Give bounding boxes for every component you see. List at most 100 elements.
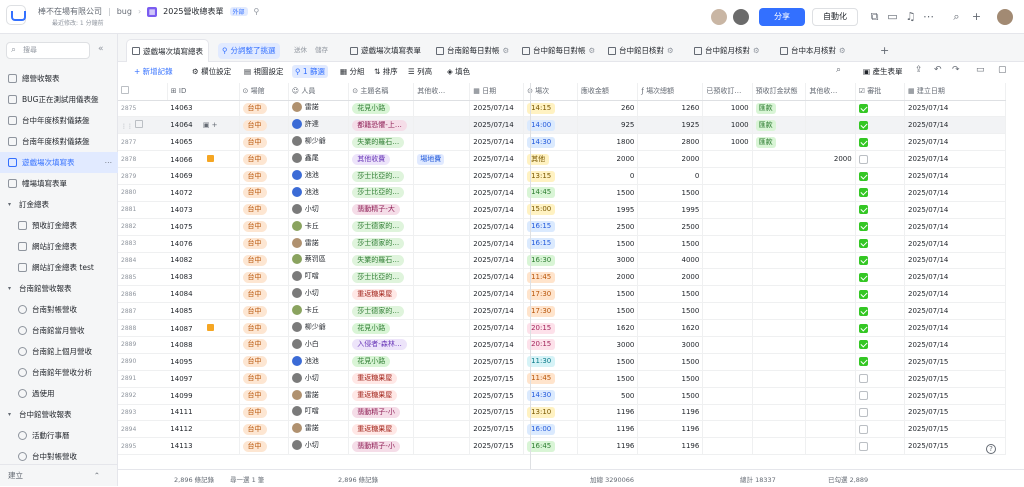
create-button[interactable]: 建立 ⌃: [0, 464, 118, 486]
due-cell[interactable]: 500: [577, 387, 639, 405]
theme-cell[interactable]: 重返糖果屋: [348, 370, 415, 388]
table-row[interactable]: 2885 14083 台中 叮噹 莎士比亞的… 2025/07/14 11:45 2000 20…: [118, 268, 1006, 287]
search-records-icon[interactable]: ⌕: [836, 65, 841, 75]
settings-icon[interactable]: ⚙: [503, 39, 510, 62]
created-cell[interactable]: 2025/07/14: [904, 167, 1006, 185]
prepaid-status-cell[interactable]: [752, 252, 807, 270]
tab-save[interactable]: 儲存: [315, 39, 328, 62]
other-cell[interactable]: [413, 184, 471, 202]
due-cell[interactable]: 2000: [577, 150, 639, 169]
prepaid-status-cell[interactable]: [752, 184, 807, 202]
user-avatar[interactable]: [996, 8, 1014, 26]
approval-cell[interactable]: [855, 116, 906, 135]
venue-cell[interactable]: 台中: [239, 285, 289, 304]
approval-cell[interactable]: [855, 302, 906, 321]
table-row[interactable]: 2892 14099 台中 雷諾 重返糖果屋 2025/07/15 14:30 500 1500…: [118, 387, 1006, 405]
sidebar-item[interactable]: 預收訂金總表: [0, 215, 118, 236]
theme-cell[interactable]: 花見小路: [348, 319, 415, 337]
other2-cell[interactable]: [805, 252, 856, 270]
created-cell[interactable]: 2025/07/14: [904, 252, 1006, 270]
expand-record-icon[interactable]: ▣ +: [203, 121, 218, 129]
column-header-venue[interactable]: ⊙ 場館: [239, 83, 289, 101]
venue-cell[interactable]: 台中: [239, 167, 289, 185]
due-cell[interactable]: 1196: [577, 404, 639, 422]
tab-tainan-daily[interactable]: 台南館每日對帳 ⚙: [436, 39, 509, 62]
due-cell[interactable]: 925: [577, 116, 639, 135]
other2-cell[interactable]: [805, 184, 856, 202]
total-cell[interactable]: 1500: [637, 387, 704, 405]
person-cell[interactable]: 小白: [288, 336, 350, 354]
sidebar-item[interactable]: 台南年度核對儀錶盤: [0, 131, 118, 152]
slot-cell[interactable]: 17:30: [523, 285, 578, 304]
slot-cell[interactable]: 16:45: [523, 437, 578, 456]
table-row[interactable]: 2886 14084 台中 小切 重返糖果屋 2025/07/14 17:30 1500 150…: [118, 285, 1006, 304]
share-button[interactable]: 分享: [759, 8, 805, 26]
other-cell[interactable]: [413, 167, 471, 185]
theme-cell[interactable]: 失業的羅石…: [348, 252, 415, 270]
theme-cell[interactable]: 都籍恐懼-上…: [348, 116, 415, 135]
due-cell[interactable]: 1196: [577, 420, 639, 439]
person-cell[interactable]: 鑫尾: [288, 150, 350, 169]
date-cell[interactable]: 2025/07/15: [469, 370, 525, 388]
date-cell[interactable]: 2025/07/15: [469, 437, 525, 456]
other2-cell[interactable]: [805, 302, 856, 321]
approved-count[interactable]: 已勾選 2,889: [828, 474, 868, 484]
approval-cell[interactable]: [855, 437, 906, 456]
created-cell[interactable]: 2025/07/15: [904, 404, 1006, 422]
approval-cell[interactable]: [855, 218, 906, 236]
venue-cell[interactable]: 台中: [239, 437, 289, 456]
prepaid-status-cell[interactable]: [752, 302, 807, 321]
id-cell[interactable]: 14073: [167, 201, 240, 219]
slot-cell[interactable]: 11:45: [523, 370, 578, 388]
id-cell[interactable]: 14099: [167, 387, 240, 405]
column-header-approval[interactable]: ☑ 審批: [855, 83, 906, 101]
other2-cell[interactable]: [805, 201, 856, 219]
column-header-due[interactable]: 應收金額: [577, 83, 639, 101]
venue-cell[interactable]: 台中: [239, 201, 289, 219]
prepaid-status-cell[interactable]: [752, 285, 807, 304]
table-row[interactable]: 2879 14069 台中 池池 莎士比亞的… 2025/07/14 13:15 0 0 2025…: [118, 167, 1006, 185]
venue-cell[interactable]: 台中: [239, 218, 289, 236]
id-cell[interactable]: 14084: [167, 285, 240, 304]
avatar[interactable]: [710, 8, 728, 26]
sum-due[interactable]: 加總 3290066: [590, 474, 634, 484]
prepaid-cell[interactable]: 1000: [702, 133, 753, 152]
other2-cell[interactable]: [805, 133, 856, 152]
other-cell[interactable]: 場地費: [413, 150, 471, 169]
created-cell[interactable]: 2025/07/14: [904, 302, 1006, 321]
select-all-checkbox[interactable]: [121, 86, 129, 95]
other-cell[interactable]: [413, 133, 471, 152]
table-row[interactable]: ⋮⋮ 14064 ▣ + 台中 許達 都籍恐懼-上… 2025/07/14 14:00 92…: [118, 116, 1006, 135]
prepaid-cell[interactable]: [702, 184, 753, 202]
created-cell[interactable]: 2025/07/14: [904, 100, 1006, 118]
approval-cell[interactable]: [855, 387, 906, 405]
approval-checkbox[interactable]: [858, 374, 868, 384]
approval-cell[interactable]: [855, 420, 906, 439]
other2-cell[interactable]: [805, 285, 856, 304]
sidebar-item[interactable]: 台中年度核對儀錶盤: [0, 110, 118, 131]
approval-checkbox[interactable]: [858, 340, 868, 350]
created-cell[interactable]: 2025/07/14: [904, 285, 1006, 304]
add-record-button[interactable]: + 新增記錄: [134, 66, 173, 77]
other-cell[interactable]: [413, 353, 471, 371]
sort-button[interactable]: ⇅ 排序: [374, 66, 398, 77]
row-select-cell[interactable]: ⋮⋮: [118, 116, 168, 135]
created-cell[interactable]: 2025/07/14: [904, 116, 1006, 135]
person-cell[interactable]: 小切: [288, 437, 350, 456]
venue-cell[interactable]: 台中: [239, 302, 289, 321]
theme-cell[interactable]: 莎士德家的…: [348, 302, 415, 321]
due-cell[interactable]: 1500: [577, 302, 639, 321]
due-cell[interactable]: 1500: [577, 235, 639, 253]
theme-cell[interactable]: 入侵者-森林…: [348, 336, 415, 354]
prepaid-cell[interactable]: [702, 319, 753, 337]
other2-cell[interactable]: [805, 218, 856, 236]
created-cell[interactable]: 2025/07/14: [904, 150, 1006, 169]
theme-cell[interactable]: 翡動精子-小: [348, 404, 415, 422]
other-cell[interactable]: [413, 285, 471, 304]
prepaid-status-cell[interactable]: 匯款: [752, 133, 807, 152]
column-header-created[interactable]: ▦ 建立日期: [904, 83, 1006, 101]
prepaid-cell[interactable]: [702, 420, 753, 439]
total-cell[interactable]: 1196: [637, 420, 704, 439]
slot-cell[interactable]: 20:15: [523, 336, 578, 354]
prepaid-cell[interactable]: [702, 252, 753, 270]
